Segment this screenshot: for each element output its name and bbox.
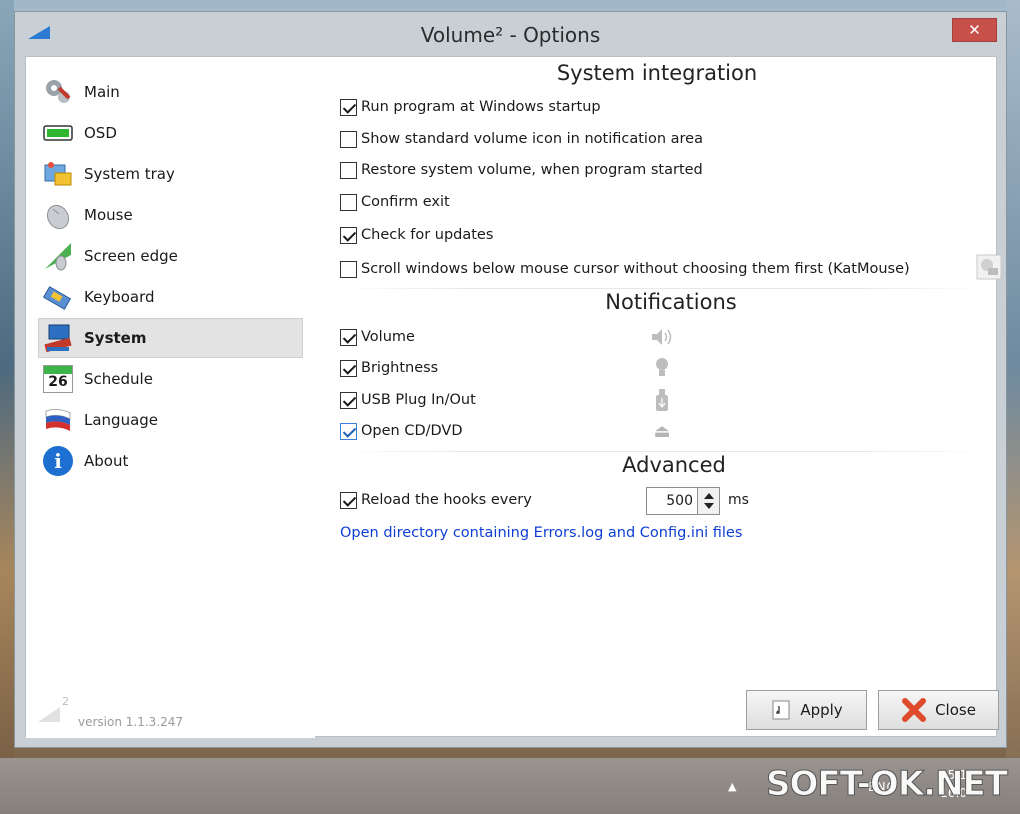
option-show-volume-icon[interactable]: Show standard volume icon in notificatio… xyxy=(340,129,703,149)
reload-interval-spinner[interactable]: 500 xyxy=(646,487,720,515)
checkbox[interactable] xyxy=(340,391,357,409)
usb-icon xyxy=(650,388,674,412)
title-bar[interactable]: Volume² - Options ✕ xyxy=(15,12,1006,56)
red-x-icon xyxy=(901,697,927,723)
sidebar-item-osd[interactable]: OSD xyxy=(38,113,303,153)
sidebar-item-label: About xyxy=(84,452,129,470)
client-area: Main OSD System tray Mouse Screen edge K… xyxy=(25,56,1002,738)
desktop-background-left xyxy=(0,0,14,814)
gears-icon xyxy=(42,76,74,108)
tray-overflow-icon[interactable]: ▲ xyxy=(728,780,736,793)
volume-logo-superscript: 2 xyxy=(62,695,69,708)
sidebar-item-system[interactable]: System xyxy=(38,318,303,358)
options-window: Volume² - Options ✕ Main OSD System tray… xyxy=(14,11,1007,748)
desktop-background-right xyxy=(1006,0,1020,814)
apply-icon xyxy=(770,699,792,721)
sidebar: Main OSD System tray Mouse Screen edge K… xyxy=(26,57,315,738)
option-label: Run program at Windows startup xyxy=(361,99,601,115)
sidebar-item-system-tray[interactable]: System tray xyxy=(38,154,303,194)
sidebar-item-about[interactable]: i About xyxy=(38,441,303,481)
sidebar-item-schedule[interactable]: 26 Schedule xyxy=(38,359,303,399)
flag-icon xyxy=(42,404,74,436)
close-label: Close xyxy=(935,701,976,719)
checkbox[interactable] xyxy=(340,161,357,179)
keyboard-icon xyxy=(42,281,74,313)
option-label: Restore system volume, when program star… xyxy=(361,162,703,178)
open-logs-directory-link[interactable]: Open directory containing Errors.log and… xyxy=(340,525,742,541)
option-confirm-exit[interactable]: Confirm exit xyxy=(340,192,450,212)
eject-icon: ⏏ xyxy=(653,420,671,442)
system-settings-panel: System integration Run program at Window… xyxy=(326,57,1002,677)
option-label: Open CD/DVD xyxy=(361,423,463,439)
sidebar-item-label: Schedule xyxy=(84,370,153,388)
option-label: USB Plug In/Out xyxy=(361,392,476,408)
notify-cd-dvd[interactable]: Open CD/DVD xyxy=(340,421,463,441)
checkbox[interactable] xyxy=(340,98,357,116)
watermark: SOFT-OK.NET xyxy=(766,764,1009,805)
notifications-title: Notifications xyxy=(605,290,737,314)
apply-label: Apply xyxy=(800,701,843,719)
option-label: Scroll windows below mouse cursor withou… xyxy=(361,261,910,277)
window-close-button[interactable]: ✕ xyxy=(952,18,997,42)
option-check-updates[interactable]: Check for updates xyxy=(340,225,493,245)
option-label: Brightness xyxy=(361,360,439,376)
sidebar-item-label: Mouse xyxy=(84,206,133,224)
checkbox[interactable] xyxy=(340,193,357,211)
window-title: Volume² - Options xyxy=(420,23,601,47)
checkbox[interactable] xyxy=(340,422,357,440)
option-katmouse-scroll[interactable]: Scroll windows below mouse cursor withou… xyxy=(340,259,910,279)
option-label: Confirm exit xyxy=(361,194,450,210)
bulb-icon xyxy=(650,356,674,380)
info-icon: i xyxy=(42,445,74,477)
checkbox[interactable] xyxy=(340,359,357,377)
calendar-icon: 26 xyxy=(42,363,74,395)
speaker-icon xyxy=(650,325,674,349)
checkbox[interactable] xyxy=(340,328,357,346)
notify-brightness[interactable]: Brightness xyxy=(340,358,438,378)
section-divider xyxy=(336,451,988,452)
option-label: Check for updates xyxy=(361,227,494,243)
sidebar-item-label: OSD xyxy=(84,124,117,142)
sidebar-item-mouse[interactable]: Mouse xyxy=(38,195,303,235)
option-reload-hooks[interactable]: Reload the hooks every xyxy=(340,490,532,510)
sidebar-item-label: Language xyxy=(84,411,159,429)
checkbox[interactable] xyxy=(340,130,357,148)
sidebar-item-label: Main xyxy=(84,83,120,101)
system-integration-title: System integration xyxy=(556,61,758,85)
close-button[interactable]: Close xyxy=(878,690,999,730)
sidebar-item-keyboard[interactable]: Keyboard xyxy=(38,277,303,317)
sidebar-item-label: System tray xyxy=(84,165,175,183)
option-label: Volume xyxy=(361,329,415,345)
option-restore-volume[interactable]: Restore system volume, when program star… xyxy=(340,160,703,180)
calendar-day: 26 xyxy=(48,374,68,390)
katmouse-settings-icon[interactable] xyxy=(976,254,1002,280)
reload-interval-value[interactable]: 500 xyxy=(647,488,697,514)
option-label: Show standard volume icon in notificatio… xyxy=(361,131,703,147)
spinner-arrows-icon[interactable] xyxy=(697,488,719,514)
option-label: Reload the hooks every xyxy=(361,492,532,508)
sidebar-item-language[interactable]: Language xyxy=(38,400,303,440)
checkbox[interactable] xyxy=(340,260,357,278)
system-tray-icon xyxy=(42,158,74,190)
advanced-title: Advanced xyxy=(622,453,726,477)
sidebar-item-label: Screen edge xyxy=(84,247,178,265)
osd-bar-icon xyxy=(42,117,74,149)
version-label: version 1.1.3.247 xyxy=(78,715,184,729)
notify-volume[interactable]: Volume xyxy=(340,327,415,347)
system-icon xyxy=(42,322,74,354)
reload-interval-unit: ms xyxy=(728,492,749,508)
section-divider xyxy=(336,288,988,289)
sidebar-item-label: System xyxy=(84,329,147,347)
screen-edge-icon xyxy=(42,240,74,272)
sidebar-item-label: Keyboard xyxy=(84,288,155,306)
notify-usb[interactable]: USB Plug In/Out xyxy=(340,390,476,410)
apply-button[interactable]: Apply xyxy=(746,690,867,730)
sidebar-item-screen-edge[interactable]: Screen edge xyxy=(38,236,303,276)
checkbox[interactable] xyxy=(340,491,357,509)
mouse-icon xyxy=(42,199,74,231)
volume-logo: 2 xyxy=(38,695,69,723)
checkbox[interactable] xyxy=(340,226,357,244)
option-run-at-startup[interactable]: Run program at Windows startup xyxy=(340,97,601,117)
sidebar-item-main[interactable]: Main xyxy=(38,72,303,112)
